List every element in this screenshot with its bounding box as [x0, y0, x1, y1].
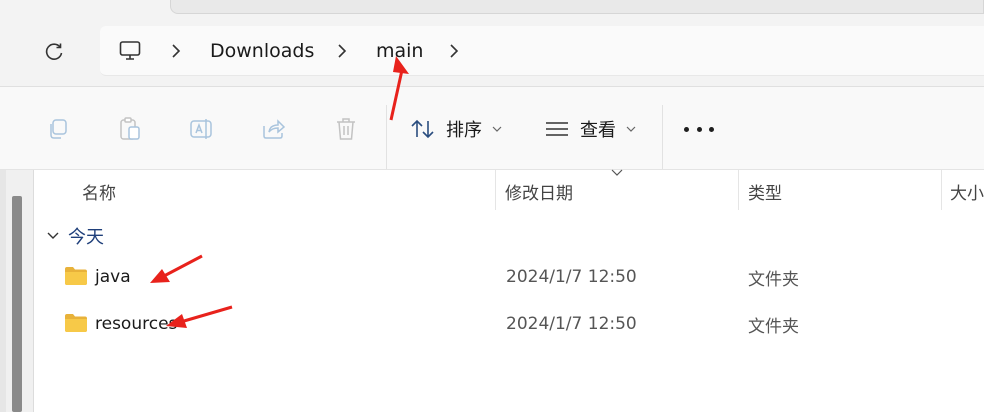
nav-pane-edge	[0, 170, 6, 412]
folder-icon	[65, 314, 87, 332]
toolbar-divider	[662, 105, 663, 169]
file-type: 文件夹	[748, 269, 799, 290]
sort-indicator-icon	[611, 169, 623, 176]
annotation-arrow-resources	[166, 305, 233, 328]
dot-icon	[684, 126, 689, 132]
share-button[interactable]	[258, 113, 290, 145]
column-divider[interactable]	[941, 170, 942, 210]
view-button[interactable]: 查看	[540, 87, 650, 171]
share-icon	[263, 119, 286, 139]
column-date-modified[interactable]: 修改日期	[505, 170, 573, 212]
clipboard-icon	[120, 117, 140, 140]
nav-scrollbar-thumb[interactable]	[12, 196, 22, 412]
view-list-icon	[546, 122, 568, 136]
annotation-arrow-java	[150, 254, 203, 283]
view-label: 查看	[580, 120, 616, 141]
group-label: 今天	[68, 227, 104, 248]
more-options-button[interactable]	[684, 125, 714, 133]
column-type[interactable]: 类型	[748, 170, 782, 212]
column-name[interactable]: 名称	[82, 170, 116, 212]
column-size[interactable]: 大小	[950, 170, 984, 212]
sort-button[interactable]: 排序	[404, 87, 514, 171]
column-divider[interactable]	[495, 170, 496, 210]
paste-button[interactable]	[114, 113, 146, 145]
chevron-right-icon[interactable]	[336, 26, 348, 76]
copy-icon	[50, 119, 67, 139]
navigation-pane	[0, 170, 34, 412]
address-row: Downloads main	[0, 18, 984, 86]
rename-button[interactable]	[186, 113, 218, 145]
chevron-right-icon[interactable]	[170, 26, 182, 76]
file-type: 文件夹	[748, 316, 799, 337]
delete-button[interactable]	[330, 113, 362, 145]
annotation-arrow-main	[389, 56, 409, 121]
dot-icon	[709, 126, 714, 132]
file-date: 2024/1/7 12:50	[506, 314, 637, 334]
breadcrumb-downloads[interactable]: Downloads	[210, 26, 314, 76]
chevron-down-icon	[626, 126, 636, 132]
tab-strip	[0, 0, 984, 18]
refresh-icon	[45, 43, 63, 60]
rename-icon	[190, 119, 212, 139]
dot-icon	[696, 126, 702, 132]
address-bar[interactable]: Downloads main	[100, 26, 984, 76]
file-name[interactable]: java	[95, 255, 131, 299]
active-tab[interactable]	[170, 0, 984, 14]
column-header: 名称 修改日期 类型 大小	[34, 170, 984, 212]
copy-button[interactable]	[42, 113, 74, 145]
command-bar: 排序 查看	[0, 86, 984, 170]
file-date: 2024/1/7 12:50	[506, 267, 637, 287]
chevron-down-icon	[492, 126, 502, 132]
sort-label: 排序	[446, 120, 482, 141]
trash-icon	[337, 118, 355, 140]
chevron-down-icon	[47, 232, 59, 239]
refresh-button[interactable]	[40, 38, 68, 66]
group-header-today[interactable]: 今天	[46, 222, 104, 250]
chevron-right-icon[interactable]	[448, 26, 460, 76]
folder-icon	[65, 267, 87, 285]
this-pc-icon[interactable]	[118, 26, 142, 76]
column-divider[interactable]	[738, 170, 739, 210]
